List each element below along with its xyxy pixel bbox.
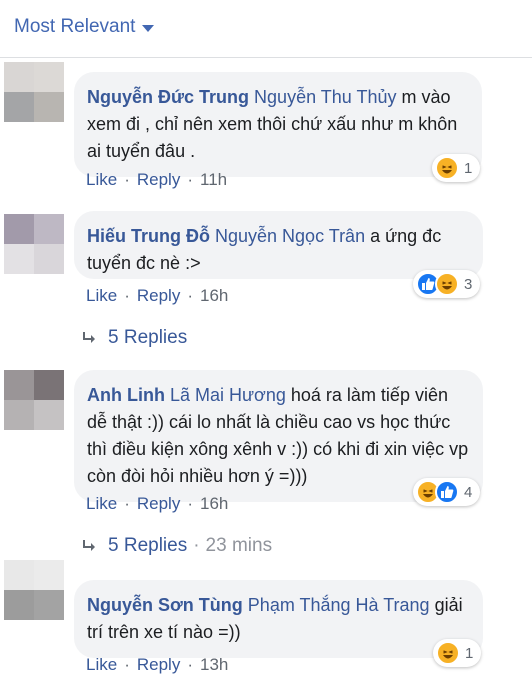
like-link[interactable]: Like [86,286,117,306]
reply-arrow-icon [81,331,97,345]
haha-reaction-icon [436,641,460,665]
reaction-count: 1 [464,159,473,177]
separator-dot: · [187,494,193,513]
separator-dot: · [124,286,130,305]
comment-sort-bar: Most Relevant [0,0,532,58]
comment-bubble: Nguyễn Đức Trung Nguyễn Thu Thủy m vào xem… [74,72,482,177]
reaction-count: 3 [464,275,473,293]
sort-label: Most Relevant [14,16,136,37]
replies-count[interactable]: 5 Replies [108,327,187,349]
comment-mention[interactable]: Nguyễn Ngọc Trân [215,226,365,246]
separator-dot: · [187,655,193,674]
like-link[interactable]: Like [86,494,117,514]
separator-dot: · [187,170,193,189]
reply-link[interactable]: Reply [137,655,180,675]
comment-mention[interactable]: Phạm Thắng Hà Trang [248,595,430,615]
separator-dot: · [187,286,193,305]
caret-down-icon [142,24,155,32]
comment-mention[interactable]: Nguyễn Thu Thủy [254,87,396,107]
comment-timestamp[interactable]: 16h [200,494,228,514]
comment-mention[interactable]: Lã Mai Hương [170,385,286,405]
comment-actions: Like · Reply · 11h [86,170,227,190]
comment-author[interactable]: Anh Linh [87,385,165,405]
like-link[interactable]: Like [86,170,117,190]
like-link[interactable]: Like [86,655,117,675]
comment-author[interactable]: Hiếu Trung Đỗ [87,226,210,246]
reply-link[interactable]: Reply [137,494,180,514]
replies-timestamp: 23 mins [205,535,273,556]
comment-author[interactable]: Nguyễn Đức Trung [87,87,249,107]
comment-bubble: Nguyễn Sơn Tùng Phạm Thắng Hà Trang giải t… [74,580,483,658]
replies-count[interactable]: 5 Replies [108,535,187,557]
avatar[interactable] [4,560,64,620]
reaction-count: 4 [464,483,473,501]
reply-arrow-icon [81,539,97,553]
view-replies-link[interactable]: 5 Replies · 23 mins [81,535,272,557]
reply-link[interactable]: Reply [137,286,180,306]
separator-dot: · [124,655,130,674]
avatar[interactable] [4,370,64,430]
comment-actions: Like · Reply · 16h [86,286,228,306]
reaction-count: 1 [465,644,474,662]
avatar[interactable] [4,62,64,122]
haha-reaction-icon [435,272,459,296]
comment-timestamp[interactable]: 13h [200,655,228,675]
sort-dropdown[interactable]: Most Relevant [14,16,155,38]
like-reaction-icon [435,480,459,504]
view-replies-link[interactable]: 5 Replies [81,327,187,349]
reaction-summary[interactable]: 4 [413,478,481,506]
comment-timestamp[interactable]: 11h [200,170,227,190]
reaction-summary[interactable]: 1 [433,639,482,667]
separator-dot: · [193,535,200,556]
comment-actions: Like · Reply · 16h [86,494,228,514]
reaction-summary[interactable]: 1 [432,154,481,182]
reaction-summary[interactable]: 3 [413,270,481,298]
comment-bubble: Hiếu Trung Đỗ Nguyễn Ngọc Trân a ứng đc tu… [74,211,483,279]
reply-link[interactable]: Reply [137,170,180,190]
comment-actions: Like · Reply · 13h [86,655,228,675]
comment-author[interactable]: Nguyễn Sơn Tùng [87,595,243,615]
comment-timestamp[interactable]: 16h [200,286,228,306]
separator-dot: · [124,494,130,513]
haha-reaction-icon [435,156,459,180]
avatar[interactable] [4,214,64,274]
separator-dot: · [124,170,130,189]
